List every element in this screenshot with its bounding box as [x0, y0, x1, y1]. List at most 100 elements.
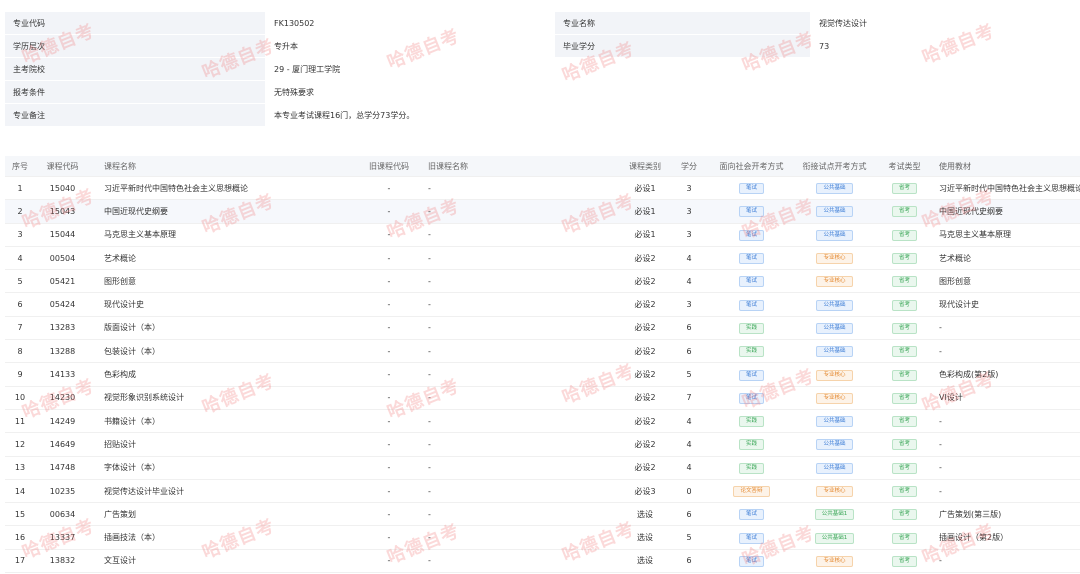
row-connect-method-cell: 公共基础1 — [793, 532, 876, 544]
condition-value: 无特殊要求 — [265, 81, 1080, 103]
row-exam-type-cell: 省考 — [876, 369, 933, 381]
row-old-name: - — [428, 509, 431, 519]
row-course-name: 色彩构成 — [104, 370, 136, 380]
row-exam-type-tag: 省考 — [891, 253, 917, 265]
row-idx: 5 — [17, 276, 23, 286]
row-course-name: 版面设计（本） — [104, 323, 160, 333]
row-idx: 7 — [17, 323, 23, 333]
row-social-method-tag: 实践 — [738, 322, 764, 334]
row-credit: 6 — [686, 556, 692, 566]
row-category: 必设3 — [634, 486, 656, 496]
row-textbook: 马克思主义基本原理 — [939, 230, 1011, 240]
row-exam-type-tag: 省考 — [891, 555, 917, 567]
row-credit: 3 — [686, 206, 692, 216]
row-course-name: 文互设计 — [104, 556, 136, 566]
level-value: 专升本 — [265, 35, 555, 57]
row-old-name: - — [428, 416, 431, 426]
row-course-code: 14230 — [49, 393, 76, 403]
row-old-code: - — [387, 370, 391, 380]
row-connect-method-cell: 专业核心 — [793, 485, 876, 497]
row-old-name: - — [428, 486, 431, 496]
row-old-code: - — [387, 346, 391, 356]
row-social-method-tag: 笔试 — [738, 369, 764, 381]
row-social-method-cell: 笔试 — [710, 508, 793, 521]
row-course-name: 图形创意 — [104, 276, 136, 286]
row-course-name: 包装设计（本） — [104, 346, 160, 356]
row-idx: 13 — [14, 463, 26, 473]
row-old-name: - — [428, 230, 431, 240]
row-exam-type-cell: 省考 — [876, 485, 933, 497]
row-social-method-cell: 笔试 — [710, 299, 793, 311]
row-category: 必设2 — [634, 346, 656, 356]
course-table: 序号 课程代码 课程名称 旧课程代码 旧课程名称 课程类别 学分 面向社会开考方… — [5, 156, 1080, 574]
row-connect-method-cell: 公共基础 — [793, 299, 876, 311]
row-credit: 6 — [686, 346, 692, 356]
table-row: 7 13283 版面设计（本） - - 必设2 6 实践 公共基础 省考 - — [5, 317, 1080, 341]
row-course-name: 视觉传达设计毕业设计 — [104, 486, 184, 496]
row-social-method-cell: 实践 — [710, 415, 793, 428]
row-connect-method-cell: 公共基础 — [793, 205, 876, 218]
condition-label: 报考条件 — [5, 81, 265, 103]
row-old-name: - — [428, 533, 431, 543]
row-social-method-tag: 笔试 — [738, 509, 764, 521]
row-idx: 8 — [17, 346, 23, 356]
row-idx: 12 — [14, 439, 26, 449]
row-credit: 5 — [686, 370, 692, 380]
row-course-code: 14649 — [49, 439, 76, 449]
row-old-code: - — [387, 556, 391, 566]
row-old-name: - — [428, 556, 431, 566]
grad-credit-label: 毕业学分 — [555, 35, 810, 57]
row-category: 必设2 — [634, 323, 656, 333]
row-credit: 3 — [686, 183, 692, 193]
row-textbook: VI设计 — [939, 393, 963, 403]
row-old-name: - — [428, 276, 431, 286]
row-connect-method-tag: 专业核心 — [816, 392, 853, 404]
row-idx: 3 — [17, 230, 23, 240]
row-old-code: - — [387, 463, 391, 473]
row-connect-method-tag: 公共基础 — [816, 439, 853, 451]
row-exam-type-cell: 省考 — [876, 252, 933, 265]
row-credit: 0 — [686, 486, 692, 496]
row-social-method-cell: 笔试 — [710, 369, 793, 381]
row-exam-type-cell: 省考 — [876, 438, 933, 451]
row-textbook: - — [939, 346, 942, 356]
row-social-method-tag: 笔试 — [738, 253, 764, 265]
row-social-method-tag: 实践 — [738, 346, 764, 358]
row-exam-type-cell: 省考 — [876, 299, 933, 311]
row-textbook: - — [939, 486, 942, 496]
level-label: 学历层次 — [5, 35, 265, 57]
row-connect-method-tag: 公共基础 — [816, 183, 853, 195]
row-course-name: 字体设计（本） — [104, 463, 160, 473]
row-course-name: 艺术概论 — [104, 253, 136, 263]
row-social-method-tag: 笔试 — [738, 299, 764, 311]
row-old-name: - — [428, 253, 431, 263]
row-connect-method-cell: 公共基础 — [793, 229, 876, 241]
table-row: 8 13288 包装设计（本） - - 必设2 6 实践 公共基础 省考 - — [5, 340, 1080, 364]
row-textbook: 习近平新时代中国特色社会主义思想概论 — [939, 183, 1080, 193]
row-category: 必设2 — [634, 276, 656, 286]
row-credit: 4 — [686, 276, 692, 286]
table-row: 15 00634 广告策划 - - 选设 6 笔试 公共基础1 省考 广告策划(第三版) — [5, 503, 1080, 527]
table-row: 17 13832 文互设计 - - 选设 6 笔试 专业核心 省考 - — [5, 550, 1080, 574]
row-social-method-cell: 笔试 — [710, 229, 793, 241]
row-course-code: 13832 — [49, 556, 76, 566]
row-course-name: 视觉形象识别系统设计 — [104, 393, 184, 403]
row-social-method-tag: 论文答辩 — [733, 486, 770, 497]
table-row: 6 05424 现代设计史 - - 必设2 3 笔试 公共基础 省考 现代设计史 — [5, 293, 1080, 317]
row-social-method-tag: 笔试 — [738, 276, 764, 288]
row-connect-method-cell: 专业核心 — [793, 555, 876, 567]
row-exam-type-tag: 省考 — [891, 532, 917, 544]
row-connect-method-cell: 专业核心 — [793, 392, 876, 404]
row-credit: 6 — [686, 509, 692, 519]
row-textbook: 中国近现代史纲要 — [939, 206, 1003, 216]
remark-label: 专业备注 — [5, 104, 265, 126]
row-exam-type-tag: 省考 — [891, 346, 917, 358]
row-credit: 4 — [686, 439, 692, 449]
row-exam-type-tag: 省考 — [891, 416, 917, 428]
row-idx: 14 — [14, 486, 26, 496]
major-info-table: 专业代码 FK130502 专业名称 视觉传达设计 学历层次 专升本 毕业学分 … — [5, 12, 1080, 127]
row-exam-type-tag: 省考 — [891, 299, 917, 311]
row-old-code: - — [387, 276, 391, 286]
major-name-label: 专业名称 — [555, 12, 810, 34]
row-exam-type-cell: 省考 — [876, 555, 933, 567]
